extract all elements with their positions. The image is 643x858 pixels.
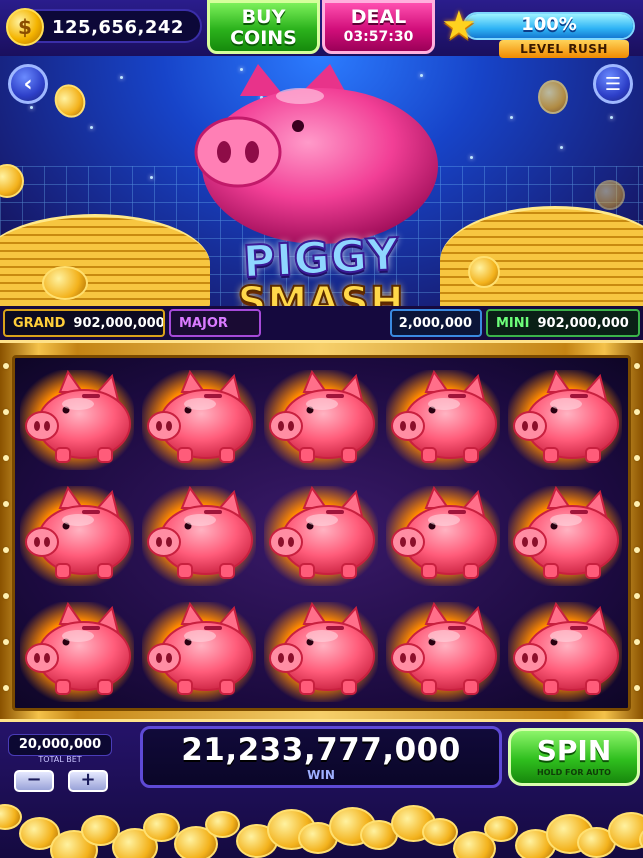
deal-title: DEAL	[350, 6, 407, 28]
win-amount: 21,233,777,000	[181, 732, 461, 768]
level-rush-meter[interactable]: 100% ★ LEVEL RUSH	[441, 6, 637, 58]
frame-rivet	[634, 363, 640, 369]
logo-title-line1: PIGGY	[240, 228, 401, 289]
floor-coin	[205, 811, 240, 838]
floor-coin	[422, 818, 458, 846]
frame-rivet	[634, 409, 640, 415]
game-logo: PIGGY SMASH	[196, 228, 446, 306]
hamburger-menu-icon: ☰	[604, 73, 622, 95]
reel-symbol-piggy-bank	[504, 478, 626, 594]
reel-symbol-piggy-bank	[138, 594, 260, 710]
reel-symbol-piggy-bank	[16, 594, 138, 710]
spin-label: SPIN	[536, 734, 612, 767]
reel-grid[interactable]	[12, 355, 631, 711]
frame-rivet	[3, 409, 9, 415]
back-arrow-icon: ‹	[23, 71, 33, 97]
level-percent: 100%	[521, 14, 577, 35]
floating-coin	[468, 256, 500, 288]
back-button[interactable]: ‹	[8, 64, 48, 104]
reel-symbol-piggy-bank	[382, 478, 504, 594]
frame-rivet	[634, 593, 640, 599]
sparkle	[30, 106, 33, 109]
reel-symbol-piggy-bank	[382, 362, 504, 478]
sparkle	[560, 146, 563, 149]
reel-symbol-piggy-bank	[382, 594, 504, 710]
reel-symbol-piggy-bank	[16, 362, 138, 478]
frame-rivet	[3, 455, 9, 461]
bet-panel: 20,000,000 TOTAL BET − +	[8, 734, 112, 794]
game-banner: ‹ ☰ PIGGY SMASH	[0, 56, 643, 306]
reel-symbol-piggy-bank	[138, 478, 260, 594]
frame-rivet	[634, 547, 640, 553]
jackpot-major: MAJOR	[169, 309, 261, 337]
frame-rivet	[634, 455, 640, 461]
deal-timer: 03:57:30	[343, 29, 414, 45]
jackpot-grand-label: GRAND	[13, 315, 66, 331]
jackpot-mini-value: 902,000,000	[537, 315, 629, 331]
frame-rivet	[634, 685, 640, 691]
sparkle	[510, 116, 513, 119]
star-icon: ★	[441, 3, 477, 49]
floor-coin	[0, 804, 22, 830]
frame-rivet	[3, 593, 9, 599]
deal-button[interactable]: DEAL 03:57:30	[322, 0, 435, 54]
top-bar: $ 125,656,242 BUY COINS DEAL 03:57:30 10…	[0, 0, 643, 58]
coin-icon: $	[6, 8, 44, 46]
jackpot-grand: GRAND 902,000,000	[3, 309, 165, 337]
buy-coins-label-1: BUY	[241, 6, 286, 28]
floating-coin	[42, 266, 88, 300]
reel-symbol-piggy-bank	[504, 594, 626, 710]
spin-button[interactable]: SPIN HOLD FOR AUTO	[508, 728, 640, 786]
win-panel: 21,233,777,000 WIN	[140, 726, 502, 788]
reel-symbol-piggy-bank	[260, 594, 382, 710]
jackpot-major-label: MAJOR	[179, 315, 228, 331]
sparkle	[150, 176, 153, 179]
frame-rivet	[3, 501, 9, 507]
buy-coins-button[interactable]: BUY COINS	[207, 0, 320, 54]
coin-balance: 125,656,242	[52, 17, 184, 38]
frame-rivet	[3, 363, 9, 369]
coin-balance-pill[interactable]: $ 125,656,242	[6, 8, 202, 46]
coin-floor	[0, 790, 643, 858]
sparkle	[120, 76, 123, 79]
increase-bet-button[interactable]: +	[68, 770, 108, 792]
jackpot-minor: 2,000,000	[390, 309, 482, 337]
sparkle	[470, 156, 473, 159]
jackpot-grand-value: 902,000,000	[73, 315, 165, 331]
floating-coin	[49, 79, 91, 123]
sparkle	[610, 116, 613, 119]
sparkle	[90, 126, 93, 129]
reel-symbol-piggy-bank	[260, 362, 382, 478]
reel-symbol-piggy-bank	[260, 478, 382, 594]
frame-rivet	[3, 547, 9, 553]
reel-symbol-piggy-bank	[138, 362, 260, 478]
jackpot-mini: MINI 902,000,000	[486, 309, 640, 337]
floor-coin	[484, 816, 518, 842]
level-rush-tag: LEVEL RUSH	[499, 40, 629, 58]
frame-rivet	[3, 639, 9, 645]
spin-hold-hint: HOLD FOR AUTO	[537, 768, 611, 777]
decrease-bet-button[interactable]: −	[14, 770, 54, 792]
menu-button[interactable]: ☰	[593, 64, 633, 104]
reel-symbol-piggy-bank	[504, 362, 626, 478]
control-panel: 20,000,000 TOTAL BET − + 21,233,777,000 …	[0, 722, 643, 858]
floating-coin	[538, 80, 568, 114]
reel-symbol-piggy-bank	[16, 478, 138, 594]
jackpot-mini-label: MINI	[496, 315, 530, 331]
hero-piggy-bank	[194, 64, 438, 244]
win-label: WIN	[307, 768, 335, 782]
jackpot-bar: GRAND 902,000,000 MAJOR 2,000,000 MINI 9…	[0, 306, 643, 340]
floating-coin	[595, 180, 625, 210]
total-bet-value: 20,000,000	[8, 734, 112, 756]
frame-rivet	[634, 501, 640, 507]
jackpot-minor-value: 2,000,000	[398, 315, 472, 331]
total-bet-label: TOTAL BET	[38, 755, 82, 764]
buy-coins-label-2: COINS	[230, 27, 297, 49]
frame-rivet	[3, 685, 9, 691]
reel-frame	[0, 340, 643, 722]
frame-rivet	[634, 639, 640, 645]
